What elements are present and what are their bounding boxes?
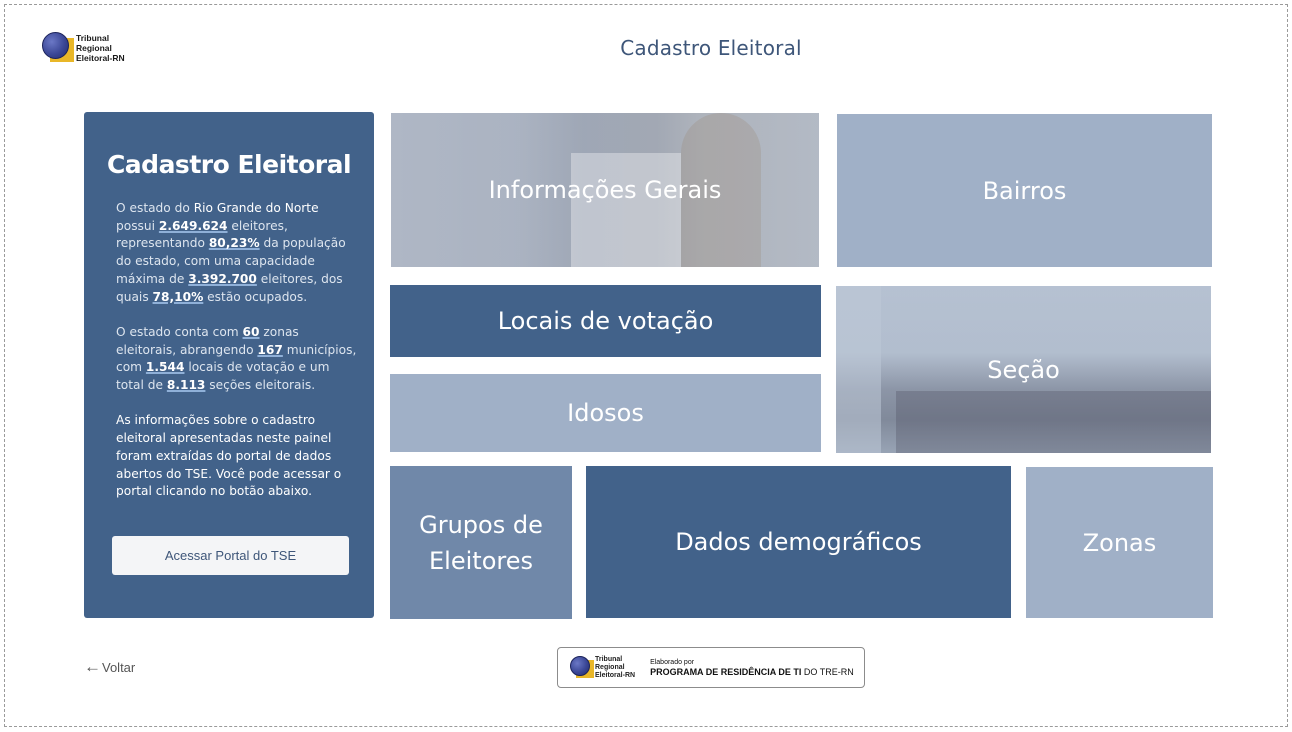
info-panel: Cadastro Eleitoral O estado do Rio Grand…	[84, 112, 374, 618]
sections-count: 8.113	[166, 378, 206, 393]
tile-label-idosos: Idosos	[567, 399, 644, 427]
source-paragraph: As informações sobre o cadastro eleitora…	[116, 413, 342, 499]
voters-count: 2.649.624	[158, 218, 228, 233]
tile-informacoes-gerais[interactable]: Informações Gerais	[391, 113, 819, 267]
tile-label-locais-votacao: Locais de votação	[497, 307, 714, 335]
municipalities-count: 167	[257, 342, 283, 357]
tile-grupos-eleitores[interactable]: Grupos de Eleitores	[390, 466, 572, 619]
tile-label-bairros: Bairros	[982, 176, 1067, 205]
tse-portal-button[interactable]: Acessar Portal do TSE	[112, 536, 349, 575]
credit-org-line-2: Regional	[595, 663, 625, 671]
tile-dados-demograficos[interactable]: Dados demográficos	[586, 466, 1011, 618]
tile-idosos[interactable]: Idosos	[390, 374, 821, 452]
credit-badge: Tribunal Regional Eleitoral-RN Elaborado…	[557, 647, 865, 688]
state-name: Rio Grande do Norte	[193, 201, 319, 215]
photo-edge-shape	[836, 286, 881, 453]
zones-count: 60	[242, 324, 260, 339]
tile-bairros[interactable]: Bairros	[837, 114, 1212, 267]
summary-paragraph-zones: O estado conta com 60 zonas eleitorais, …	[116, 324, 357, 393]
tile-label-informacoes-gerais: Informações Gerais	[488, 176, 722, 204]
tile-label-grupos-l2: Eleitores	[429, 546, 533, 575]
page-title: Cadastro Eleitoral	[620, 36, 802, 60]
info-panel-text: O estado do Rio Grande do Norte possui 2…	[116, 200, 360, 519]
credit-org-line-3: Eleitoral-RN	[595, 671, 636, 679]
capacity-count: 3.392.700	[188, 271, 257, 286]
population-percentage: 80,23%	[208, 236, 260, 251]
credit-text: Elaborado por PROGRAMA DE RESIDÊNCIA DE …	[650, 658, 854, 678]
tile-locais-votacao[interactable]: Locais de votação	[390, 285, 821, 357]
crowd-photo-shape	[896, 391, 1211, 453]
tile-label-grupos-l1: Grupos de	[419, 510, 543, 539]
tile-secao[interactable]: Seção	[836, 286, 1211, 453]
credit-org-line-1: Tribunal	[595, 655, 623, 663]
back-button[interactable]: ← Voltar	[84, 657, 136, 676]
tile-zonas[interactable]: Zonas	[1026, 467, 1213, 618]
tile-label-dados-demograficos: Dados demográficos	[675, 528, 922, 556]
occupied-percentage: 78,10%	[152, 289, 204, 304]
podium-photo-shape	[571, 153, 681, 267]
tile-label-secao: Seção	[987, 355, 1060, 384]
credit-small-label: Elaborado por	[650, 658, 695, 666]
credit-org-text: Tribunal Regional Eleitoral-RN	[595, 656, 635, 680]
info-panel-title: Cadastro Eleitoral	[106, 150, 352, 179]
credit-program-label: PROGRAMA DE RESIDÊNCIA DE TI DO TRE-RN	[650, 666, 854, 677]
arrow-left-icon: ←	[84, 657, 101, 676]
voting-locations-count: 1.544	[145, 360, 185, 375]
back-label: Voltar	[102, 659, 136, 675]
tile-label-zonas: Zonas	[1082, 528, 1157, 557]
summary-paragraph-voters: O estado do Rio Grande do Norte possui 2…	[116, 201, 346, 304]
tre-globe-icon-small	[570, 655, 594, 680]
